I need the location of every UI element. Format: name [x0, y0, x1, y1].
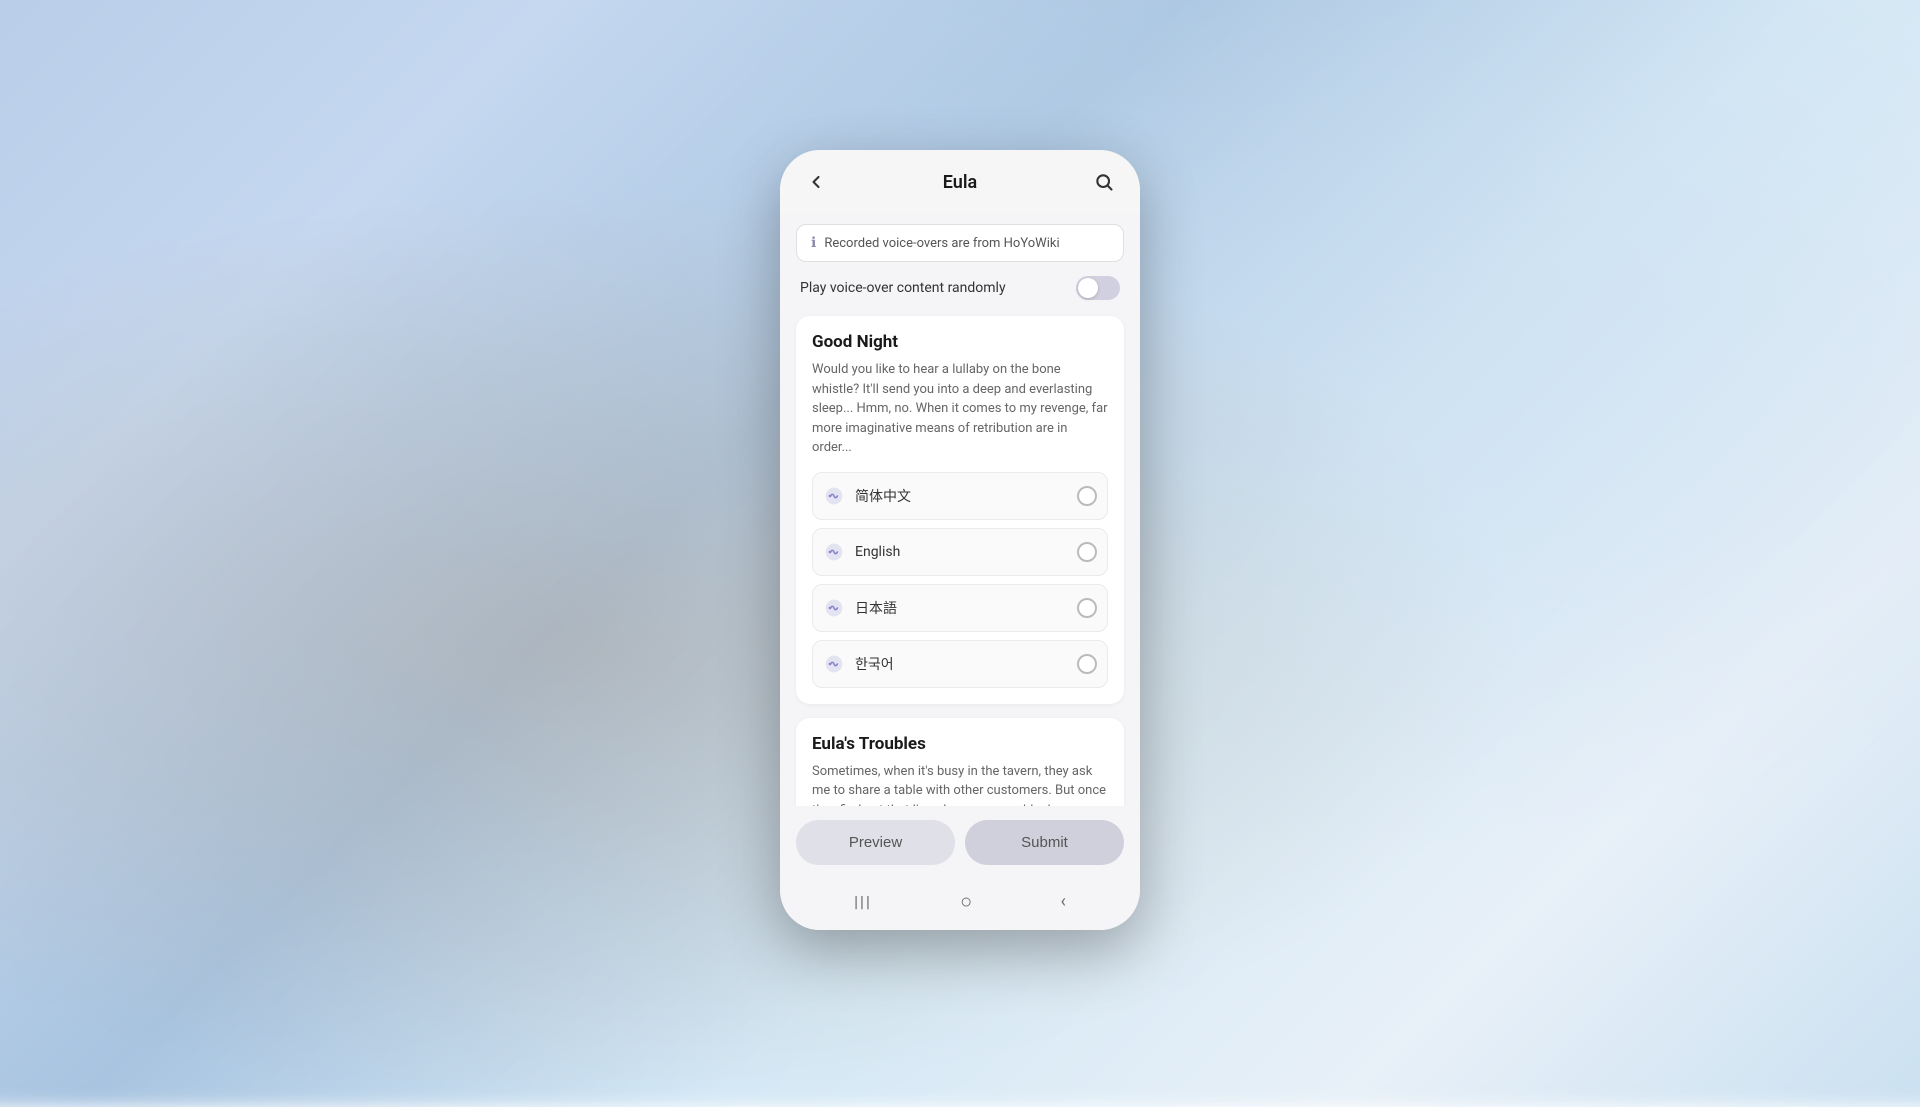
radio-en[interactable] — [1077, 542, 1097, 562]
info-text: Recorded voice-overs are from HoYoWiki — [824, 236, 1059, 251]
back-nav-icon[interactable]: ‹ — [1060, 891, 1065, 912]
language-name-ja: 日本語 — [855, 598, 897, 618]
preview-button[interactable]: Preview — [796, 820, 955, 865]
menu-nav-icon[interactable]: ||| — [854, 892, 872, 911]
info-icon: ℹ — [811, 235, 816, 251]
back-button[interactable] — [800, 166, 832, 198]
good-night-description: Would you like to hear a lullaby on the … — [812, 360, 1108, 458]
eulas-troubles-description: Sometimes, when it's busy in the tavern,… — [812, 762, 1108, 807]
radio-ja[interactable] — [1077, 598, 1097, 618]
toggle-row: Play voice-over content randomly — [796, 276, 1124, 300]
home-nav-icon[interactable]: ○ — [960, 889, 972, 914]
random-toggle[interactable] — [1076, 276, 1120, 300]
language-name-en: English — [855, 544, 900, 560]
eulas-troubles-card: Eula's Troubles Sometimes, when it's bus… — [796, 718, 1124, 807]
scroll-content: ℹ Recorded voice-overs are from HoYoWiki… — [780, 214, 1140, 806]
voice-icon-ja — [823, 597, 845, 619]
language-option-ko[interactable]: 한국어 — [812, 640, 1108, 688]
page-title: Eula — [943, 172, 977, 193]
language-option-ja[interactable]: 日本語 — [812, 584, 1108, 632]
nav-bar: ||| ○ ‹ — [780, 879, 1140, 930]
voice-icon-ko — [823, 653, 845, 675]
eulas-troubles-title: Eula's Troubles — [812, 734, 1108, 754]
language-option-en[interactable]: English — [812, 528, 1108, 576]
info-banner: ℹ Recorded voice-overs are from HoYoWiki — [796, 224, 1124, 262]
phone-container: Eula ℹ Recorded voice-overs are from HoY… — [780, 150, 1140, 930]
submit-button[interactable]: Submit — [965, 820, 1124, 865]
radio-ko[interactable] — [1077, 654, 1097, 674]
good-night-title: Good Night — [812, 332, 1108, 352]
toggle-label: Play voice-over content randomly — [800, 280, 1006, 296]
voice-icon-en — [823, 541, 845, 563]
good-night-card: Good Night Would you like to hear a lull… — [796, 316, 1124, 704]
bottom-bar: Preview Submit — [780, 806, 1140, 879]
language-name-ko: 한국어 — [855, 654, 894, 674]
search-button[interactable] — [1088, 166, 1120, 198]
radio-zh-cn[interactable] — [1077, 486, 1097, 506]
toggle-thumb — [1078, 278, 1098, 298]
language-option-zh-cn[interactable]: 简体中文 — [812, 472, 1108, 520]
header: Eula — [780, 150, 1140, 214]
voice-icon — [823, 485, 845, 507]
language-name-zh: 简体中文 — [855, 486, 911, 506]
